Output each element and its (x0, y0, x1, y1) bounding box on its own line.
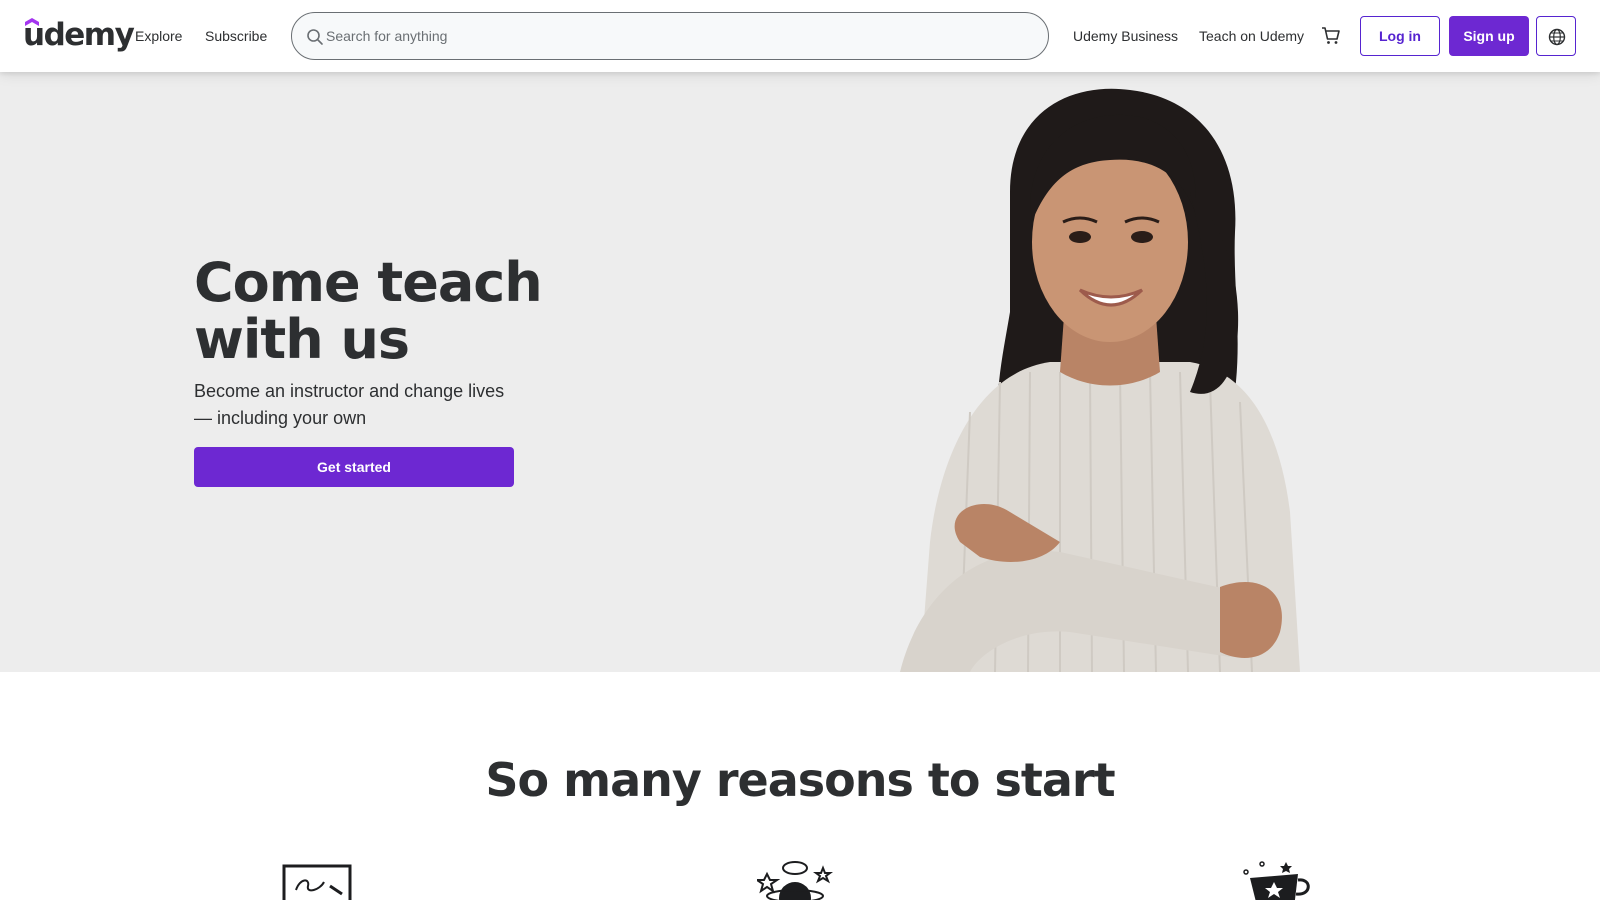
explore-link[interactable]: Explore (135, 26, 182, 46)
globe-icon (1548, 28, 1566, 46)
teaching-board-illustration (282, 864, 352, 900)
hero-subtitle: Become an instructor and change lives — … (194, 381, 505, 428)
udemy-business-link[interactable]: Udemy Business (1073, 26, 1178, 46)
search-input[interactable] (326, 13, 1026, 59)
instructor-photo (900, 88, 1300, 672)
logo-hat-icon (25, 18, 39, 26)
teach-on-udemy-link[interactable]: Teach on Udemy (1199, 26, 1304, 46)
cart-icon[interactable] (1321, 26, 1341, 46)
top-navigation-bar: udemy Explore Subscribe Udemy Business T… (0, 0, 1600, 72)
planet-stars-illustration (757, 861, 833, 900)
language-button[interactable] (1536, 16, 1576, 56)
hero-banner: Come teach with us Become an instructor … (0, 72, 1600, 672)
hero-title: Come teach with us (194, 251, 543, 371)
search-icon[interactable] (306, 28, 324, 46)
get-started-button[interactable]: Get started (194, 447, 514, 487)
reasons-heading: So many reasons to start (485, 753, 1115, 807)
logo-text: udemy (23, 17, 135, 53)
signup-button[interactable]: Sign up (1449, 16, 1529, 56)
udemy-logo[interactable]: udemy (23, 16, 135, 54)
search-bar[interactable] (291, 12, 1049, 60)
subscribe-link[interactable]: Subscribe (205, 26, 267, 46)
trophy-cup-illustration (1243, 861, 1310, 900)
login-button[interactable]: Log in (1360, 16, 1440, 56)
